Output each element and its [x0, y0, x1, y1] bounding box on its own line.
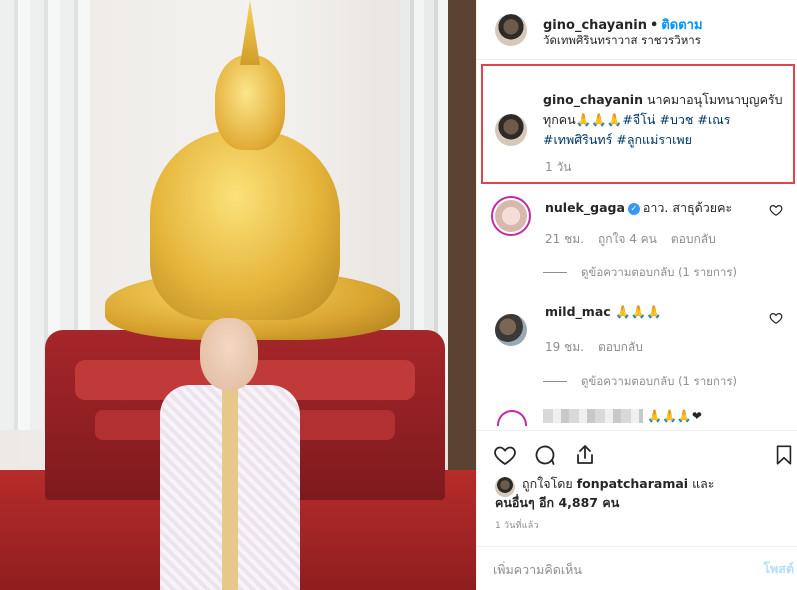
post-actions: ถูกใจโดย fonpatcharamai และ คนอื่นๆ อีก …: [477, 430, 797, 550]
photo-person-head: [200, 318, 258, 390]
comment-text: 🙏🙏🙏❤: [647, 409, 702, 423]
hashtag-link[interactable]: #บวช: [659, 112, 693, 127]
comment-time[interactable]: 21 ชม.: [545, 232, 584, 246]
comment-text: 🙏🙏🙏: [615, 304, 662, 319]
caption-text: gino_chayanin นาคมาอนุโมทนาบุญครับทุกคน🙏…: [543, 90, 788, 150]
comment-avatar[interactable]: [495, 314, 527, 346]
follow-button[interactable]: ติดตาม: [661, 18, 702, 33]
hashtag-link[interactable]: #ลูกแม่ราเพย: [616, 132, 692, 147]
bookmark-icon[interactable]: [773, 443, 795, 467]
comment-time[interactable]: 19 ชม.: [545, 340, 584, 354]
comment-username-link[interactable]: nulek_gaga: [545, 200, 625, 215]
divider: [543, 381, 567, 382]
blurred-username: [543, 409, 643, 423]
divider: [543, 272, 567, 273]
comment-text: อาว. สาธุด้วยคะ: [642, 200, 733, 215]
likes-count[interactable]: คนอื่นๆ อีก 4,887 คน: [495, 493, 619, 513]
verified-badge-icon: ✓: [627, 203, 640, 215]
hashtag-link[interactable]: #จีโน่: [622, 112, 655, 127]
reply-button[interactable]: ตอบกลับ: [671, 232, 716, 246]
liked-by-and: และ: [692, 476, 715, 491]
username-link[interactable]: gino_chayanin: [543, 18, 647, 33]
photo-window-frame: [448, 0, 476, 470]
comment-likes[interactable]: ถูกใจ 4 คน: [598, 232, 657, 246]
comment-icon[interactable]: [533, 443, 557, 467]
comment-input[interactable]: [493, 559, 733, 579]
comment-meta: 19 ชม. ตอบกลับ: [545, 338, 657, 357]
add-comment-bar: โพสต์: [477, 546, 797, 590]
caption-username[interactable]: gino_chayanin: [543, 92, 643, 107]
liked-by-line: ถูกใจโดย fonpatcharamai และ: [522, 474, 715, 494]
view-replies-label: ดูข้อความตอบกลับ (1 รายการ): [581, 374, 737, 388]
comment-username-link[interactable]: mild_mac: [545, 304, 611, 319]
view-replies-label: ดูข้อความตอบกลับ (1 รายการ): [581, 265, 737, 279]
comment-heart-icon[interactable]: [769, 311, 783, 325]
hashtag-link[interactable]: #เณร: [697, 112, 730, 127]
hashtag-link[interactable]: #เทพศิรินทร์: [543, 132, 612, 147]
photo-person-robe-trim: [222, 388, 238, 590]
avatar[interactable]: [495, 14, 527, 46]
comment-meta: 21 ชม. ถูกใจ 4 คน ตอบกลับ: [545, 230, 730, 249]
post-time[interactable]: 1 วันที่แล้ว: [495, 518, 539, 532]
post-header: gino_chayanin • ติดตาม วัดเทพศิรินทราวาส ร…: [477, 0, 797, 60]
comment-username: nulek_gaga ✓ อาว. สาธุด้วยคะ: [545, 198, 732, 218]
liked-by-user[interactable]: fonpatcharamai: [577, 476, 688, 491]
heart-icon[interactable]: [493, 443, 517, 467]
view-replies-button[interactable]: ดูข้อความตอบกลับ (1 รายการ): [543, 373, 737, 391]
comment-avatar[interactable]: [497, 410, 527, 426]
comment-heart-icon[interactable]: [769, 203, 783, 217]
post-side-panel: gino_chayanin • ติดตาม วัดเทพศิรินทราวาส ร…: [476, 0, 797, 590]
comment-avatar[interactable]: [495, 200, 527, 232]
photo-buddha-body: [150, 130, 340, 320]
reply-button[interactable]: ตอบกลับ: [598, 340, 643, 354]
separator-dot: •: [650, 18, 659, 33]
comment-username: mild_mac 🙏🙏🙏: [545, 304, 662, 320]
liked-by-prefix: ถูกใจโดย: [522, 476, 573, 491]
share-icon[interactable]: [573, 443, 597, 467]
post-photo[interactable]: [0, 0, 476, 590]
caption-avatar[interactable]: [495, 114, 527, 146]
post-button[interactable]: โพสต์: [763, 559, 794, 579]
photo-buddha-head: [215, 55, 285, 150]
caption-time[interactable]: 1 วัน: [545, 158, 571, 177]
location-link[interactable]: วัดเทพศิรินทราวาส ราชวรวิหาร: [543, 32, 701, 50]
view-replies-button[interactable]: ดูข้อความตอบกลับ (1 รายการ): [543, 264, 737, 282]
